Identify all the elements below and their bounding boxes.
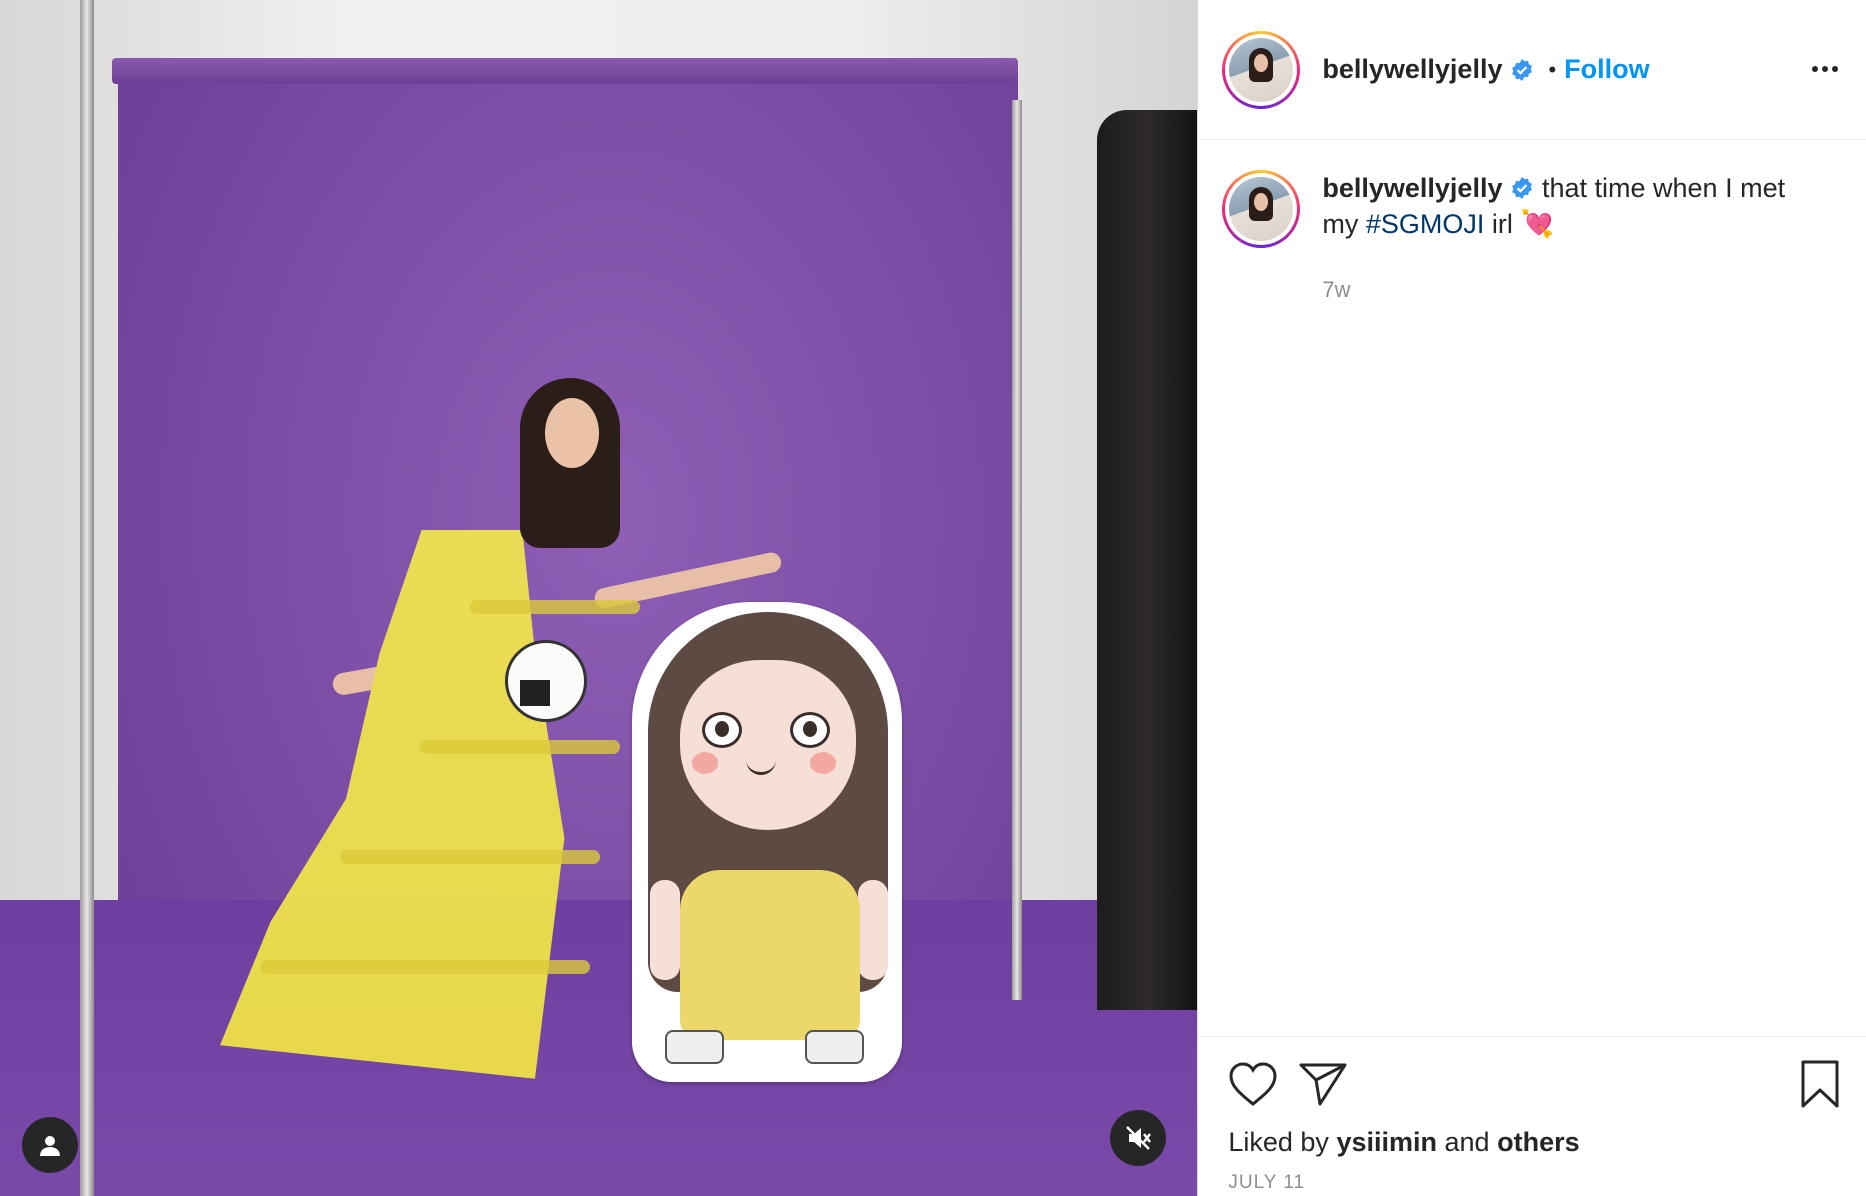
header-username[interactable]: bellywellyjelly — [1322, 54, 1502, 85]
caption-username[interactable]: bellywellyjelly — [1322, 173, 1502, 203]
cutout-blush-right — [810, 752, 836, 774]
likes-summary: Liked by ysiiimin and others — [1228, 1127, 1836, 1158]
cutout-blush-left — [692, 752, 718, 774]
caption-avatar — [1229, 177, 1294, 241]
liked-user-link[interactable]: ysiiimin — [1336, 1127, 1437, 1157]
light-stand-right — [1012, 100, 1022, 1000]
caption-suffix: irl — [1491, 209, 1513, 239]
user-tag-button[interactable] — [22, 1117, 78, 1173]
liked-prefix: Liked by — [1228, 1127, 1329, 1157]
post-media[interactable] — [0, 0, 1198, 1196]
cutout-dress — [680, 870, 860, 1040]
verified-badge-icon — [1512, 177, 1533, 199]
bag-flap — [520, 680, 550, 706]
caption-section: bellywellyjelly that time when I met my … — [1198, 140, 1866, 1036]
user-tag-icon — [40, 1136, 60, 1156]
dress-ruffle — [340, 850, 600, 864]
avatar-ring[interactable] — [1222, 30, 1301, 109]
caption-body: bellywellyjelly that time when I met my … — [1322, 170, 1822, 1036]
bookmark-icon[interactable] — [1800, 1059, 1840, 1109]
dress-ruffle — [420, 740, 620, 754]
liked-and: and — [1444, 1127, 1490, 1157]
post-header: bellywellyjelly • Follow — [1198, 0, 1866, 140]
mute-button[interactable] — [1110, 1110, 1166, 1166]
cutout-eye-right — [790, 712, 830, 748]
dress-ruffle — [260, 960, 590, 974]
cutout-shoe-right — [805, 1030, 864, 1064]
follow-button[interactable]: Follow — [1564, 54, 1649, 85]
like-heart-icon[interactable] — [1228, 1061, 1278, 1107]
dress-ruffle — [470, 600, 640, 614]
heart-arrow-emoji: 💘 — [1520, 209, 1555, 239]
post-date[interactable]: JULY 11 — [1228, 1172, 1836, 1194]
action-bar: Liked by ysiiimin and others JULY 11 — [1198, 1036, 1866, 1196]
cutout-eye-left — [702, 712, 742, 748]
avatar — [1229, 37, 1294, 102]
post-time-ago[interactable]: 7w — [1322, 272, 1822, 308]
more-horizontal-icon[interactable] — [1810, 54, 1840, 84]
cutout-arm-right — [858, 880, 888, 980]
liked-others-link[interactable]: others — [1497, 1127, 1580, 1157]
black-curtain — [1097, 110, 1198, 1010]
backdrop-roll — [112, 58, 1018, 84]
hashtag-link[interactable]: #SGMOJI — [1366, 209, 1485, 239]
separator-dot: • — [1548, 56, 1557, 82]
volume-muted-icon — [1126, 1126, 1151, 1150]
verified-badge-icon — [1512, 58, 1533, 81]
woman-face — [545, 398, 599, 468]
post-view: bellywellyjelly • Follow bellywellyjelly — [0, 0, 1866, 1196]
caption-text: bellywellyjelly that time when I met my … — [1322, 170, 1822, 242]
share-direct-icon[interactable] — [1298, 1061, 1348, 1107]
cutout-shoe-left — [665, 1030, 724, 1064]
light-stand-left — [80, 0, 94, 1196]
cutout-face — [680, 660, 856, 830]
cutout-arm-left — [650, 880, 680, 980]
caption-avatar-ring[interactable] — [1222, 170, 1301, 248]
post-sidebar: bellywellyjelly • Follow bellywellyjelly — [1197, 0, 1866, 1196]
